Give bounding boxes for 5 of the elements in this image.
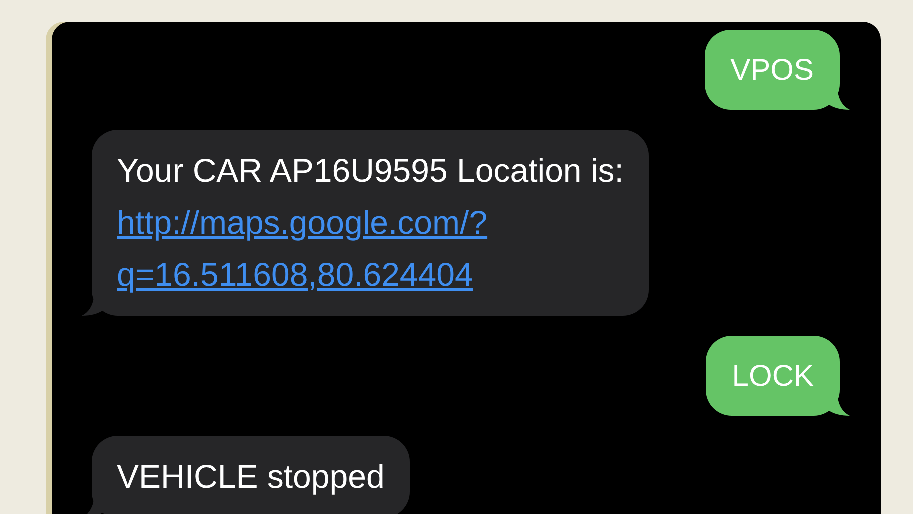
message-text: Your CAR AP16U9595 Location is: xyxy=(117,151,624,191)
message-text: VPOS xyxy=(730,52,814,88)
message-text: LOCK xyxy=(732,358,814,394)
message-text: VEHICLE stopped xyxy=(117,457,385,497)
map-link[interactable]: http://maps.google.com/? q=16.511608,80.624404 xyxy=(117,197,624,301)
